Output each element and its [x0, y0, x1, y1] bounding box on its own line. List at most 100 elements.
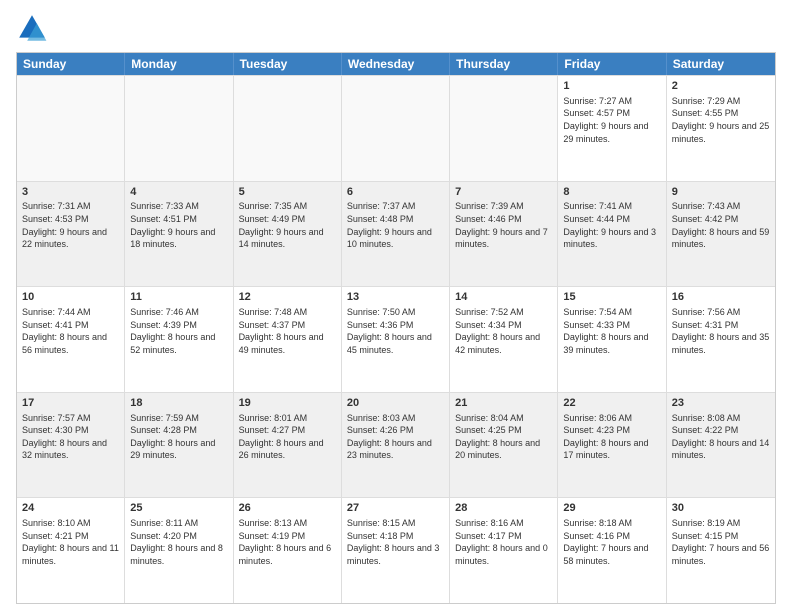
calendar-cell [234, 76, 342, 181]
day-info: Sunrise: 7:50 AM Sunset: 4:36 PM Dayligh… [347, 306, 444, 356]
day-number: 29 [563, 501, 660, 516]
day-info: Sunrise: 7:27 AM Sunset: 4:57 PM Dayligh… [563, 95, 660, 145]
calendar-row-4: 24Sunrise: 8:10 AM Sunset: 4:21 PM Dayli… [17, 497, 775, 603]
calendar-cell [450, 76, 558, 181]
day-info: Sunrise: 7:52 AM Sunset: 4:34 PM Dayligh… [455, 306, 552, 356]
calendar-cell: 20Sunrise: 8:03 AM Sunset: 4:26 PM Dayli… [342, 393, 450, 498]
header-day-wednesday: Wednesday [342, 53, 450, 75]
day-number: 2 [672, 79, 770, 94]
day-info: Sunrise: 7:46 AM Sunset: 4:39 PM Dayligh… [130, 306, 227, 356]
calendar-cell: 14Sunrise: 7:52 AM Sunset: 4:34 PM Dayli… [450, 287, 558, 392]
day-info: Sunrise: 7:56 AM Sunset: 4:31 PM Dayligh… [672, 306, 770, 356]
calendar-cell [125, 76, 233, 181]
header-day-friday: Friday [558, 53, 666, 75]
day-number: 17 [22, 396, 119, 411]
day-number: 3 [22, 185, 119, 200]
calendar-cell: 1Sunrise: 7:27 AM Sunset: 4:57 PM Daylig… [558, 76, 666, 181]
day-number: 24 [22, 501, 119, 516]
day-info: Sunrise: 7:59 AM Sunset: 4:28 PM Dayligh… [130, 412, 227, 462]
day-number: 25 [130, 501, 227, 516]
day-info: Sunrise: 7:54 AM Sunset: 4:33 PM Dayligh… [563, 306, 660, 356]
day-info: Sunrise: 7:44 AM Sunset: 4:41 PM Dayligh… [22, 306, 119, 356]
calendar-cell: 6Sunrise: 7:37 AM Sunset: 4:48 PM Daylig… [342, 182, 450, 287]
calendar-cell: 12Sunrise: 7:48 AM Sunset: 4:37 PM Dayli… [234, 287, 342, 392]
day-number: 12 [239, 290, 336, 305]
day-info: Sunrise: 7:57 AM Sunset: 4:30 PM Dayligh… [22, 412, 119, 462]
day-number: 11 [130, 290, 227, 305]
day-number: 16 [672, 290, 770, 305]
header-day-monday: Monday [125, 53, 233, 75]
calendar-cell: 9Sunrise: 7:43 AM Sunset: 4:42 PM Daylig… [667, 182, 775, 287]
calendar-cell: 4Sunrise: 7:33 AM Sunset: 4:51 PM Daylig… [125, 182, 233, 287]
day-info: Sunrise: 8:13 AM Sunset: 4:19 PM Dayligh… [239, 517, 336, 567]
header-day-saturday: Saturday [667, 53, 775, 75]
calendar-cell: 2Sunrise: 7:29 AM Sunset: 4:55 PM Daylig… [667, 76, 775, 181]
day-info: Sunrise: 7:31 AM Sunset: 4:53 PM Dayligh… [22, 200, 119, 250]
day-number: 1 [563, 79, 660, 94]
day-number: 15 [563, 290, 660, 305]
day-number: 20 [347, 396, 444, 411]
day-info: Sunrise: 7:35 AM Sunset: 4:49 PM Dayligh… [239, 200, 336, 250]
calendar-cell [17, 76, 125, 181]
calendar-row-0: 1Sunrise: 7:27 AM Sunset: 4:57 PM Daylig… [17, 75, 775, 181]
calendar-cell: 25Sunrise: 8:11 AM Sunset: 4:20 PM Dayli… [125, 498, 233, 603]
day-number: 13 [347, 290, 444, 305]
day-info: Sunrise: 7:33 AM Sunset: 4:51 PM Dayligh… [130, 200, 227, 250]
header-day-thursday: Thursday [450, 53, 558, 75]
day-info: Sunrise: 7:41 AM Sunset: 4:44 PM Dayligh… [563, 200, 660, 250]
day-number: 18 [130, 396, 227, 411]
calendar: SundayMondayTuesdayWednesdayThursdayFrid… [16, 52, 776, 604]
calendar-cell: 8Sunrise: 7:41 AM Sunset: 4:44 PM Daylig… [558, 182, 666, 287]
day-info: Sunrise: 7:48 AM Sunset: 4:37 PM Dayligh… [239, 306, 336, 356]
calendar-cell: 22Sunrise: 8:06 AM Sunset: 4:23 PM Dayli… [558, 393, 666, 498]
day-info: Sunrise: 8:04 AM Sunset: 4:25 PM Dayligh… [455, 412, 552, 462]
logo-icon [16, 12, 48, 44]
calendar-cell: 3Sunrise: 7:31 AM Sunset: 4:53 PM Daylig… [17, 182, 125, 287]
calendar-cell: 15Sunrise: 7:54 AM Sunset: 4:33 PM Dayli… [558, 287, 666, 392]
calendar-cell: 28Sunrise: 8:16 AM Sunset: 4:17 PM Dayli… [450, 498, 558, 603]
day-info: Sunrise: 8:19 AM Sunset: 4:15 PM Dayligh… [672, 517, 770, 567]
day-number: 22 [563, 396, 660, 411]
day-number: 14 [455, 290, 552, 305]
day-info: Sunrise: 8:08 AM Sunset: 4:22 PM Dayligh… [672, 412, 770, 462]
day-info: Sunrise: 8:01 AM Sunset: 4:27 PM Dayligh… [239, 412, 336, 462]
day-number: 7 [455, 185, 552, 200]
calendar-cell: 21Sunrise: 8:04 AM Sunset: 4:25 PM Dayli… [450, 393, 558, 498]
calendar-cell: 18Sunrise: 7:59 AM Sunset: 4:28 PM Dayli… [125, 393, 233, 498]
calendar-cell: 16Sunrise: 7:56 AM Sunset: 4:31 PM Dayli… [667, 287, 775, 392]
header [16, 12, 776, 44]
header-day-sunday: Sunday [17, 53, 125, 75]
calendar-cell: 5Sunrise: 7:35 AM Sunset: 4:49 PM Daylig… [234, 182, 342, 287]
calendar-body: 1Sunrise: 7:27 AM Sunset: 4:57 PM Daylig… [17, 75, 775, 603]
calendar-cell: 29Sunrise: 8:18 AM Sunset: 4:16 PM Dayli… [558, 498, 666, 603]
calendar-cell: 7Sunrise: 7:39 AM Sunset: 4:46 PM Daylig… [450, 182, 558, 287]
page: SundayMondayTuesdayWednesdayThursdayFrid… [0, 0, 792, 612]
day-number: 19 [239, 396, 336, 411]
calendar-cell: 23Sunrise: 8:08 AM Sunset: 4:22 PM Dayli… [667, 393, 775, 498]
day-info: Sunrise: 8:06 AM Sunset: 4:23 PM Dayligh… [563, 412, 660, 462]
day-number: 30 [672, 501, 770, 516]
day-number: 27 [347, 501, 444, 516]
day-number: 9 [672, 185, 770, 200]
calendar-cell: 24Sunrise: 8:10 AM Sunset: 4:21 PM Dayli… [17, 498, 125, 603]
calendar-header-row: SundayMondayTuesdayWednesdayThursdayFrid… [17, 53, 775, 75]
day-number: 21 [455, 396, 552, 411]
day-number: 4 [130, 185, 227, 200]
day-number: 5 [239, 185, 336, 200]
day-number: 28 [455, 501, 552, 516]
day-info: Sunrise: 8:15 AM Sunset: 4:18 PM Dayligh… [347, 517, 444, 567]
calendar-cell: 17Sunrise: 7:57 AM Sunset: 4:30 PM Dayli… [17, 393, 125, 498]
calendar-cell: 30Sunrise: 8:19 AM Sunset: 4:15 PM Dayli… [667, 498, 775, 603]
calendar-row-2: 10Sunrise: 7:44 AM Sunset: 4:41 PM Dayli… [17, 286, 775, 392]
day-number: 23 [672, 396, 770, 411]
header-day-tuesday: Tuesday [234, 53, 342, 75]
calendar-cell: 19Sunrise: 8:01 AM Sunset: 4:27 PM Dayli… [234, 393, 342, 498]
calendar-cell: 26Sunrise: 8:13 AM Sunset: 4:19 PM Dayli… [234, 498, 342, 603]
day-number: 6 [347, 185, 444, 200]
day-info: Sunrise: 8:10 AM Sunset: 4:21 PM Dayligh… [22, 517, 119, 567]
calendar-cell: 10Sunrise: 7:44 AM Sunset: 4:41 PM Dayli… [17, 287, 125, 392]
day-number: 10 [22, 290, 119, 305]
calendar-cell: 11Sunrise: 7:46 AM Sunset: 4:39 PM Dayli… [125, 287, 233, 392]
day-info: Sunrise: 7:37 AM Sunset: 4:48 PM Dayligh… [347, 200, 444, 250]
day-number: 26 [239, 501, 336, 516]
